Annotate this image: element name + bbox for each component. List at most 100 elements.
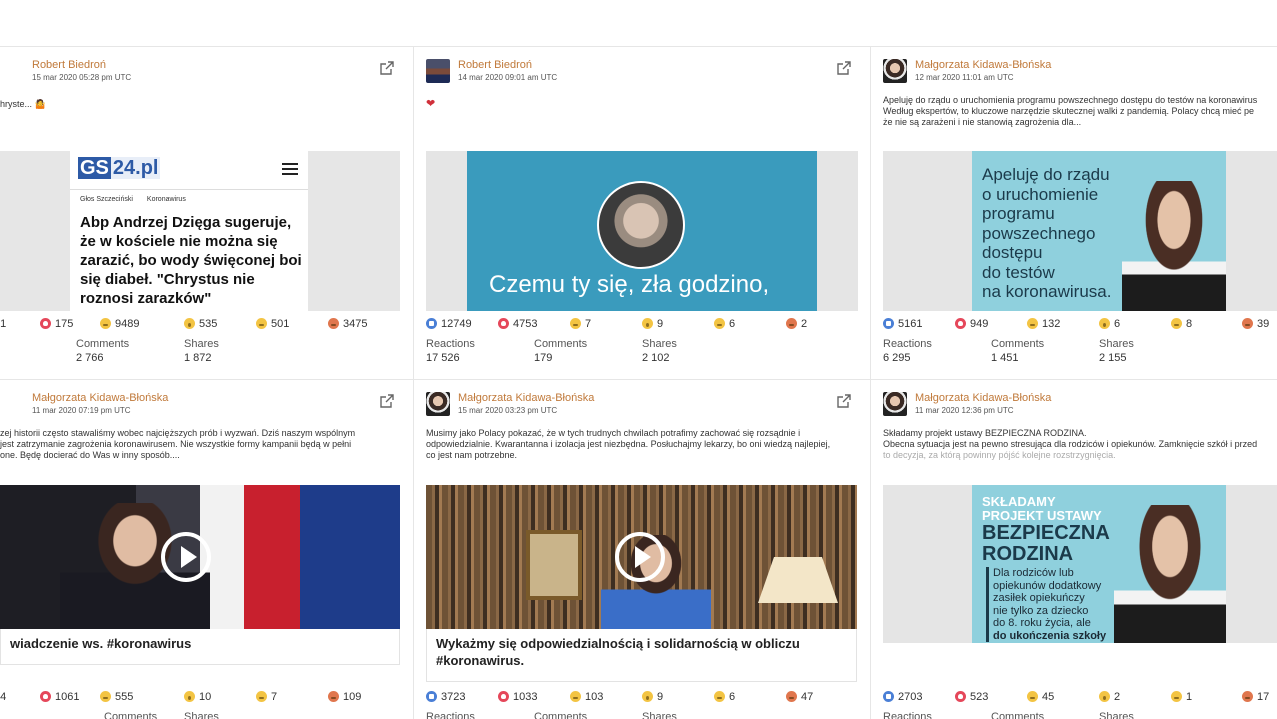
sad-reaction-icon [1171,691,1182,702]
post-text: zej historii często stawaliśmy wobec naj… [0,428,356,460]
image-caption: Czemu ty się, zła godzino, [489,271,770,298]
post-date: 14 mar 2020 09:01 am UTC [458,73,558,82]
external-link-icon[interactable] [379,60,395,76]
avatar[interactable] [426,392,450,416]
hamburger-menu-icon[interactable] [282,163,298,175]
like-reaction-icon [426,691,437,702]
post-author[interactable]: Robert Biedroń [32,59,106,71]
article-headline: Abp Andrzej Dzięga sugeruje, że w koście… [80,214,302,307]
like-reaction-icon [883,691,894,702]
avatar[interactable] [883,59,907,83]
wow-reaction-icon [184,318,195,329]
wow-reaction-icon [642,318,653,329]
haha-reaction-icon [1027,318,1038,329]
wow-reaction-icon [642,691,653,702]
poster-text: Apeluję do rządu o uruchomienie programu… [982,165,1112,301]
play-icon[interactable] [161,532,211,582]
reaction-counts: 12749 4753 7 9 6 2 [426,318,870,332]
avatar[interactable] [426,59,450,83]
article-screenshot: GS 24.pl Głos Szczeciński Koronawirus Abp … [70,151,308,311]
video-caption[interactable]: wiadczenie ws. #koronawirus [0,629,400,665]
post-image[interactable]: SKŁADAMY PROJEKT USTAWY BEZPIECZNA RODZI… [883,485,1277,643]
angry-reaction-icon [786,691,797,702]
angry-reaction-icon [786,318,797,329]
love-reaction-icon [40,691,51,702]
sad-reaction-icon [714,691,725,702]
like-reaction-icon [426,318,437,329]
engagement-stats: Reactions 17 526 Comments 179 Shares 2 102 [426,338,677,364]
love-reaction-icon [40,318,51,329]
love-reaction-icon [955,318,966,329]
portrait-photo [1114,505,1226,643]
framed-portrait [526,530,582,600]
sad-reaction-icon [256,318,267,329]
article-breadcrumb: Głos Szczeciński Koronawirus [80,196,186,203]
portrait-photo [1122,181,1226,311]
post-author[interactable]: Małgorzata Kidawa-Błońska [458,392,594,404]
angry-reaction-icon [1242,691,1253,702]
post-card: Robert Biedroń 15 mar 2020 05:28 pm UTC … [0,47,414,380]
love-reaction-icon [955,691,966,702]
post-card: Robert Biedroń 14 mar 2020 09:01 am UTC … [414,47,871,380]
reaction-counts: 61 175 9489 535 501 3475 [0,318,368,330]
post-card: Małgorzata Kidawa-Błońska 11 mar 2020 07… [0,380,414,719]
wow-reaction-icon [1099,691,1110,702]
post-card: Małgorzata Kidawa-Błońska 11 mar 2020 12… [871,380,1277,719]
angry-reaction-icon [328,318,339,329]
reaction-counts: 3723 1033 103 9 6 47 [426,691,870,705]
like-reaction-icon [883,318,894,329]
post-date: 15 mar 2020 03:23 pm UTC [458,406,558,415]
post-date: 12 mar 2020 11:01 am UTC [915,73,1014,82]
haha-reaction-icon [100,691,111,702]
post-card: Małgorzata Kidawa-Błońska 15 mar 2020 03… [414,380,871,719]
post-video[interactable] [0,485,400,629]
poster-title: SKŁADAMY PROJEKT USTAWY BEZPIECZNA RODZI… [982,494,1110,565]
post-author[interactable]: Małgorzata Kidawa-Błońska [915,392,1051,404]
engagement-stats: s Comments Shares [104,711,219,719]
sad-reaction-icon [1171,318,1182,329]
reaction-counts: 2703 523 45 2 1 17 [883,691,1277,705]
wow-reaction-icon [1099,318,1110,329]
play-icon[interactable] [615,532,665,582]
avatar[interactable] [883,392,907,416]
post-author[interactable]: Robert Biedroń [458,59,532,71]
external-link-icon[interactable] [836,60,852,76]
post-card: Małgorzata Kidawa-Błońska 12 mar 2020 11… [871,47,1277,380]
post-date: 11 mar 2020 12:36 pm UTC [915,406,1014,415]
post-text: Musimy jako Polacy pokazać, że w tych tr… [426,428,831,460]
post-image[interactable]: Czemu ty się, zła godzino, [426,151,858,311]
video-caption[interactable]: Wykażmy się odpowiedzialnością i solidar… [426,629,857,682]
haha-reaction-icon [570,691,581,702]
poster-body: Dla rodziców lub opiekunów dodatkowy zas… [986,567,1106,642]
gs24-logo: GS 24.pl [78,157,161,179]
post-date: 15 mar 2020 05:28 pm UTC [32,73,132,82]
external-link-icon[interactable] [836,393,852,409]
angry-reaction-icon [328,691,339,702]
love-reaction-icon [498,691,509,702]
sad-reaction-icon [256,691,267,702]
post-author[interactable]: Małgorzata Kidawa-Błońska [32,392,168,404]
post-date: 11 mar 2020 07:19 pm UTC [32,406,131,415]
post-video[interactable] [426,485,857,629]
engagement-stats: Reactions Comments Shares [883,711,1134,719]
haha-reaction-icon [1027,691,1038,702]
post-text: ❤ [426,99,436,110]
reaction-counts: 5161 949 132 6 8 39 [883,318,1277,332]
love-reaction-icon [498,318,509,329]
post-text: Składamy projekt ustawy BEZPIECZNA RODZI… [883,428,1258,460]
portrait-photo [597,181,685,269]
reaction-counts: 44 1061 555 10 7 109 [0,691,362,703]
engagement-stats: Reactions 6 295 Comments 1 451 Shares 2 155 [883,338,1134,364]
post-author[interactable]: Małgorzata Kidawa-Błońska [915,59,1051,71]
wow-reaction-icon [184,691,195,702]
external-link-icon[interactable] [379,393,395,409]
sad-reaction-icon [714,318,725,329]
post-text: Apeluję do rządu o uruchomienia programu… [883,95,1258,127]
haha-reaction-icon [570,318,581,329]
haha-reaction-icon [100,318,111,329]
post-image[interactable]: Apeluję do rządu o uruchomienie programu… [883,151,1277,311]
post-link-preview[interactable]: GS 24.pl Głos Szczeciński Koronawirus Abp … [0,151,400,311]
post-text: hryste... 🤷 [0,99,46,109]
engagement-stats: s5 Comments2 766 Shares1 872 [0,338,219,364]
angry-reaction-icon [1242,318,1253,329]
